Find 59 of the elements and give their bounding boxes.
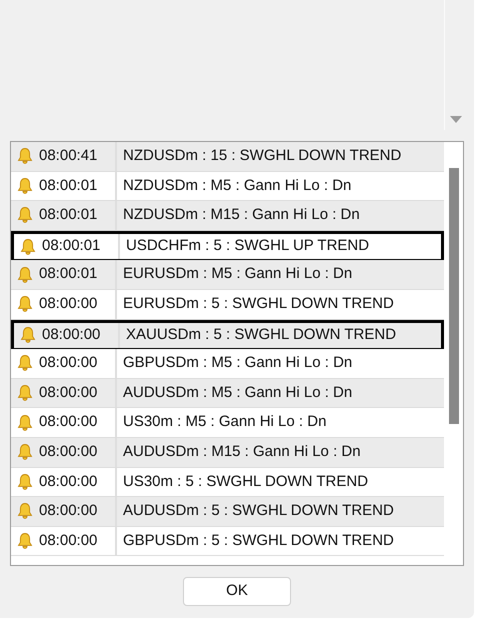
alert-row[interactable]: 08:00:00 XAUUSDm : 5 : SWGHL DOWN TREND <box>11 320 444 350</box>
scrollbar-thumb[interactable] <box>448 168 458 424</box>
alert-row[interactable]: 08:00:00 AUDUSDm : M5 : Gann Hi Lo : Dn <box>11 378 444 408</box>
alert-message: USDCHFm : 5 : SWGHL UP TREND <box>125 236 370 256</box>
alert-time: 08:00:41 <box>39 146 98 166</box>
alert-message: GBPUSDm : M5 : Gann Hi Lo : Dn <box>122 353 352 374</box>
alert-message: AUDUSDm : M5 : Gann Hi Lo : Dn <box>122 382 352 403</box>
alert-message: NZDUSDm : 15 : SWGHL DOWN TREND <box>122 146 402 166</box>
alert-row[interactable]: 08:00:00 AUDUSDm : 5 : SWGHL DOWN TREND <box>11 497 444 527</box>
alert-time: 08:00:01 <box>42 236 100 256</box>
alert-row[interactable]: 08:00:00 GBPUSDm : M5 : Gann Hi Lo : Dn <box>11 349 444 379</box>
alert-row[interactable]: 08:00:00 EURUSDm : 5 : SWGHL DOWN TREND <box>11 290 444 320</box>
alert-row[interactable]: 08:00:01 USDCHFm : 5 : SWGHL UP TREND <box>11 230 444 260</box>
scroll-down-arrow-icon[interactable] <box>450 116 462 124</box>
alert-time: 08:00:00 <box>39 472 98 492</box>
bell-icon <box>17 532 33 550</box>
alert-message: GBPUSDm : 5 : SWGHL DOWN TREND <box>122 530 394 551</box>
alert-row[interactable]: 08:00:41 NZDUSDm : 15 : SWGHL DOWN TREND <box>11 142 444 172</box>
alert-row[interactable]: 08:00:00 GBPUSDm : 5 : SWGHL DOWN TREND <box>11 526 444 556</box>
alert-row[interactable]: 08:00:00 AUDUSDm : M15 : Gann Hi Lo : Dn <box>11 438 444 468</box>
bell-icon <box>17 206 33 224</box>
bell-icon <box>17 502 33 520</box>
bell-icon <box>17 443 33 462</box>
alert-row[interactable]: 08:00:00 US30m : 5 : SWGHL DOWN TREND <box>11 468 444 498</box>
alert-message: XAUUSDm : 5 : SWGHL DOWN TREND <box>125 325 396 346</box>
bell-icon <box>17 384 33 402</box>
alert-message: AUDUSDm : M15 : Gann Hi Lo : Dn <box>122 442 361 462</box>
alert-time: 08:00:00 <box>39 294 98 314</box>
alert-time: 08:00:01 <box>39 205 98 226</box>
bell-icon <box>17 147 33 166</box>
alert-message: NZDUSDm : M5 : Gann Hi Lo : Dn <box>122 176 352 196</box>
alert-row[interactable]: 08:00:01 NZDUSDm : M15 : Gann Hi Lo : Dn <box>11 201 444 231</box>
alert-row[interactable]: 08:00:00 US30m : M5 : Gann Hi Lo : Dn <box>11 408 444 438</box>
bell-icon <box>20 326 36 344</box>
bell-icon <box>17 176 33 195</box>
bell-icon <box>17 472 33 491</box>
bell-icon <box>17 266 33 284</box>
alert-row[interactable]: 08:00:01 EURUSDm : M5 : Gann Hi Lo : Dn <box>11 260 444 290</box>
alert-time: 08:00:00 <box>39 530 98 551</box>
alert-time: 08:00:01 <box>39 264 98 284</box>
ok-button[interactable]: OK <box>183 577 291 606</box>
alert-message: EURUSDm : M5 : Gann Hi Lo : Dn <box>122 264 352 284</box>
alert-message: US30m : M5 : Gann Hi Lo : Dn <box>122 412 326 432</box>
bell-icon <box>17 414 33 432</box>
alert-time: 08:00:00 <box>39 382 98 403</box>
alert-time: 08:00:00 <box>42 325 100 346</box>
alert-message: EURUSDm : 5 : SWGHL DOWN TREND <box>122 294 394 314</box>
alert-time: 08:00:00 <box>39 412 98 432</box>
alert-message: US30m : 5 : SWGHL DOWN TREND <box>122 472 368 492</box>
alert-message: NZDUSDm : M15 : Gann Hi Lo : Dn <box>122 205 360 226</box>
alert-time: 08:00:01 <box>39 176 98 196</box>
alert-message: AUDUSDm : 5 : SWGHL DOWN TREND <box>122 501 394 522</box>
alert-time: 08:00:00 <box>39 501 98 522</box>
bell-icon <box>17 354 33 372</box>
alert-row[interactable]: 08:00:01 NZDUSDm : M5 : Gann Hi Lo : Dn <box>11 172 444 202</box>
alert-time: 08:00:00 <box>39 353 98 374</box>
alert-time: 08:00:00 <box>39 442 98 462</box>
bell-icon <box>20 238 36 256</box>
bell-icon <box>17 295 33 314</box>
